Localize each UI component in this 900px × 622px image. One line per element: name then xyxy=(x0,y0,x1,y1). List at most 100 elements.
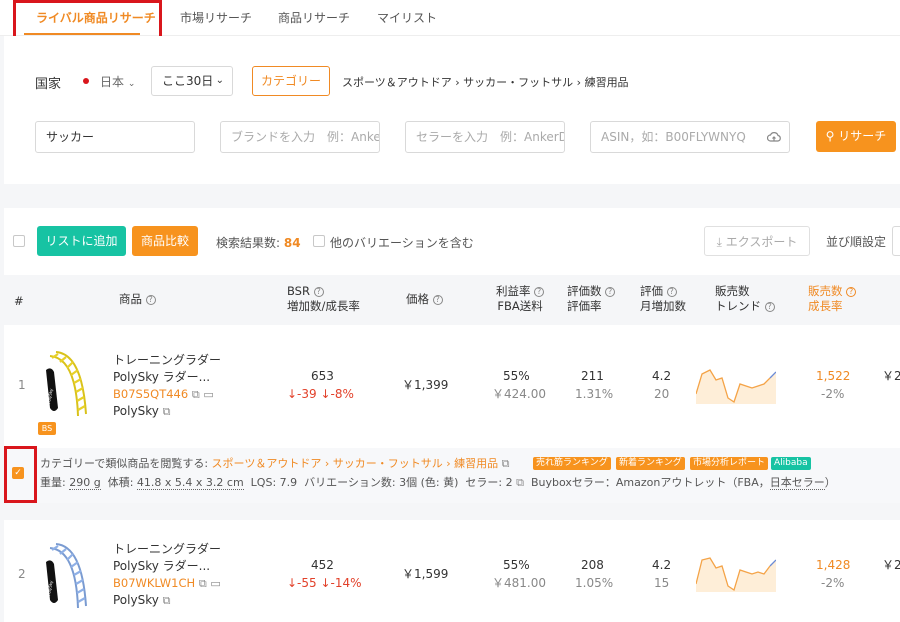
header-profit-sub: FBA送料 xyxy=(497,299,543,313)
rating-value: 4.2 xyxy=(652,369,672,383)
external-link-icon[interactable]: ⧉ xyxy=(502,457,510,470)
asin-input[interactable]: ASIN，如：B00FLYWNYQ xyxy=(590,121,790,153)
sales-trend-sparkline[interactable] xyxy=(696,552,776,592)
country-label: 国家 xyxy=(35,77,62,92)
comment-icon[interactable]: ▭ xyxy=(203,388,213,401)
reviews-value: 208 xyxy=(581,558,604,572)
price-value: ￥1,399 xyxy=(402,378,449,392)
product-specs: 重量: 290 g 体積: 41.8 x 5.4 x 3.2 cm LQS: 7… xyxy=(40,474,836,490)
seller-placeholder: セラーを入力 例：AnkerD xyxy=(416,130,565,144)
lqs-value: LQS: 7.9 xyxy=(250,476,298,489)
external-link-icon[interactable]: ⧉ xyxy=(192,388,200,401)
new-ranking-tag[interactable]: 新着ランキング xyxy=(616,457,685,470)
weight-label: 重量: xyxy=(40,476,66,489)
sort-select[interactable] xyxy=(892,226,900,256)
search-icon: ⚲ xyxy=(825,129,835,143)
export-button[interactable]: ⤓ エクスポート xyxy=(704,226,810,256)
select-all-checkbox[interactable] xyxy=(13,235,25,247)
product-title[interactable]: トレーニングラダー xyxy=(113,352,221,369)
help-icon[interactable]: ? xyxy=(846,287,857,297)
alibaba-tag[interactable]: Alibaba xyxy=(771,457,811,470)
include-variations-checkbox[interactable] xyxy=(313,235,325,247)
brand-placeholder: ブランドを入力 例：Anke xyxy=(231,130,380,144)
sellers-value: セラー: 2 xyxy=(465,476,513,489)
header-trend-sub: トレンド xyxy=(715,299,761,313)
help-icon[interactable]: ? xyxy=(605,287,616,297)
brand-link[interactable]: PolySky xyxy=(113,593,159,607)
search-button[interactable]: ⚲ リサーチ xyxy=(816,121,896,152)
product-subtitle[interactable]: PolySky ラダー... xyxy=(113,369,210,386)
download-icon: ⤓ xyxy=(716,235,722,249)
bsr-change: ↓-39 ↓-8% xyxy=(287,386,354,403)
filter-panel: 国家 日本 ⌄ ここ30日 ⌄ カテゴリー スポーツ＆アウトドア › サッカー・フ… xyxy=(4,36,900,184)
help-icon[interactable]: ? xyxy=(432,295,443,305)
header-rating-label: 評価 xyxy=(640,284,663,298)
result-count-label: 検索結果数: xyxy=(216,236,281,250)
bestseller-ranking-tag[interactable]: 売れ筋ランキング xyxy=(533,457,611,470)
keyword-input[interactable]: サッカー xyxy=(35,121,195,153)
period-select[interactable]: ここ30日 ⌄ xyxy=(151,66,233,96)
help-icon[interactable]: ? xyxy=(145,295,156,305)
bsr-rate-value: ↓-14% xyxy=(320,576,362,590)
chevron-down-icon: ⌄ xyxy=(215,75,224,86)
next-col-value: ￥2 xyxy=(882,558,900,572)
japan-flag-icon xyxy=(83,78,89,84)
header-reviews-label: 評価数 xyxy=(567,284,602,298)
product-image-ladder-yellow[interactable]: PolySky xyxy=(42,348,94,416)
asin-link[interactable]: B07WKLW1CH xyxy=(113,576,195,590)
header-rating-sub: 月増加数 xyxy=(640,299,686,313)
category-button[interactable]: カテゴリー xyxy=(252,66,330,96)
external-link-icon[interactable]: ⧉ xyxy=(163,594,171,607)
header-index: # xyxy=(14,294,24,308)
tab-market-research[interactable]: 市場リサーチ xyxy=(180,0,252,36)
add-to-list-button[interactable]: リストに追加 xyxy=(37,226,126,256)
compare-button[interactable]: 商品比較 xyxy=(132,226,198,256)
variations-value: バリエーション数: 3個 (色: 黄) xyxy=(304,476,459,489)
rating-monthly-value: 20 xyxy=(654,387,670,401)
buybox-label: Buyboxセラー：Amazonアウトレット（FBA， xyxy=(530,476,770,489)
tab-product-research[interactable]: 商品リサーチ xyxy=(278,0,350,36)
category-breadcrumb: スポーツ＆アウトドア › サッカー・フットサル › 練習用品 xyxy=(342,76,629,89)
external-link-icon[interactable]: ⧉ xyxy=(199,577,207,590)
browse-label: カテゴリーで類似商品を閲覧する: xyxy=(40,457,209,470)
header-price-label: 価格 xyxy=(406,292,429,306)
country-select[interactable]: 日本 ⌄ xyxy=(100,73,135,90)
bestseller-badge: BS xyxy=(38,422,56,435)
product-subtitle[interactable]: PolySky ラダー... xyxy=(113,558,210,575)
brand-input[interactable]: ブランドを入力 例：Anke xyxy=(220,121,380,153)
upload-cloud-icon[interactable] xyxy=(767,131,781,143)
seller-input[interactable]: セラーを入力 例：AnkerD xyxy=(405,121,565,153)
bsr-change-value: ↓-55 xyxy=(287,576,317,590)
help-icon[interactable]: ? xyxy=(534,287,545,297)
comment-icon[interactable]: ▭ xyxy=(210,577,220,590)
tab-my-list[interactable]: マイリスト xyxy=(377,0,437,36)
brand-link[interactable]: PolySky xyxy=(113,404,159,418)
external-link-icon[interactable]: ⧉ xyxy=(516,476,524,489)
help-icon[interactable]: ? xyxy=(313,287,324,297)
sales-trend-sparkline[interactable] xyxy=(696,364,776,404)
help-icon[interactable]: ? xyxy=(666,287,677,297)
market-report-tag[interactable]: 市場分析レポート xyxy=(690,457,769,470)
product-image-ladder-blue[interactable]: PolySky xyxy=(42,540,94,610)
browse-category-link[interactable]: スポーツ＆アウトドア › サッカー・フットサル › 練習用品 xyxy=(212,457,499,470)
bsr-change: ↓-55 ↓-14% xyxy=(287,575,362,592)
bsr-value: 653 xyxy=(311,369,334,383)
asin-link[interactable]: B07S5QT446 xyxy=(113,387,188,401)
highlight-box-checkbox xyxy=(4,446,37,503)
buybox-end: ） xyxy=(824,476,836,489)
results-panel: リストに追加 商品比較 検索結果数: 84 他のバリエーションを含む ⤓ エクス… xyxy=(4,208,900,622)
fba-value: ￥481.00 xyxy=(492,576,546,590)
header-rating: 評価 ? 月増加数 xyxy=(640,284,686,314)
country-value: 日本 xyxy=(100,75,125,89)
header-bsr-label: BSR xyxy=(287,284,310,298)
external-link-icon[interactable]: ⧉ xyxy=(163,405,171,418)
search-button-label: リサーチ xyxy=(838,129,887,143)
product-title[interactable]: トレーニングラダー xyxy=(113,541,221,558)
header-sales: 販売数 ? 成長率 xyxy=(808,284,857,314)
volume-label: 体積: xyxy=(107,476,134,489)
help-icon[interactable]: ? xyxy=(764,302,775,312)
product-brand: PolySky ⧉ xyxy=(113,403,171,420)
row-index: 2 xyxy=(18,567,26,581)
fba-value: ￥424.00 xyxy=(492,387,546,401)
header-sales-sub: 成長率 xyxy=(808,299,843,313)
